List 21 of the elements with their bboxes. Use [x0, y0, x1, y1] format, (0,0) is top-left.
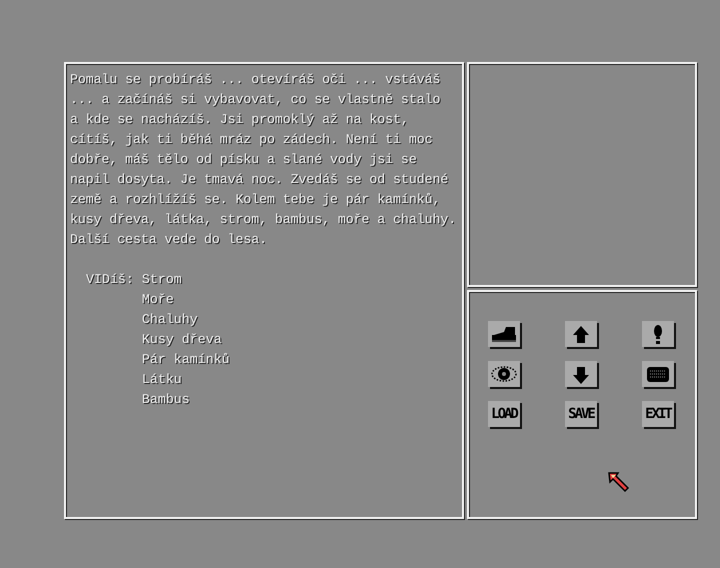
icon-button[interactable]	[488, 321, 520, 347]
object-item: Moře	[142, 291, 174, 309]
lightbulb-icon	[654, 324, 662, 344]
object-item: Pár kamínků	[142, 351, 230, 369]
command-button[interactable]: EXIT	[642, 401, 674, 427]
seen-label: VIDíš:	[86, 271, 134, 289]
object-item: Strom	[142, 271, 182, 289]
object-item: Chaluhy	[142, 311, 198, 329]
command-button[interactable]: SAVE	[565, 401, 597, 427]
object-item: Kusy dřeva	[142, 331, 222, 349]
icon-button[interactable]	[565, 361, 597, 387]
eye-icon	[490, 364, 518, 384]
command-button[interactable]: LOAD	[488, 401, 520, 427]
icon-button[interactable]	[642, 321, 674, 347]
pointer-icon	[608, 472, 630, 494]
icon-button[interactable]	[488, 361, 520, 387]
story-text: Pomalu se probíráš ... otevíráš oči ... vstáváš ... a začínáš si vybavovat, co se vlastně stalo a kde se nacházíš. Jsi promoklý až na kost, cítíš, jak ti běhá mráz po zádech. Není ti moc dobře, máš tělo od písku a slané vody jsi se napil dosyta. Je tmavá noc. Zvedáš se od studené země a rozhlížíš se. Kolem tebe je pár kamínků, kusy dřeva, látka, strom, bambus, moře a chaluhy. Další cesta vede do lesa.	[70, 71, 458, 249]
object-item: Látku	[142, 371, 182, 389]
icon-button[interactable]	[565, 321, 597, 347]
object-item: Bambus	[142, 391, 190, 409]
icon-button[interactable]	[642, 361, 674, 387]
